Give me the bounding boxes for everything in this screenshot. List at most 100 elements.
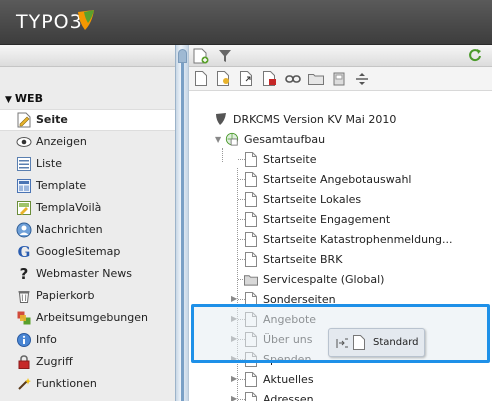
tree-node-label: Gesamtaufbau [244, 132, 326, 146]
tree-node-label: Servicespalte (Global) [263, 272, 385, 286]
page-type-shortcut-icon[interactable] [262, 71, 278, 87]
module-item-template[interactable]: Template [0, 175, 175, 197]
module-label: Papierkorb [36, 289, 95, 302]
module-item-liste[interactable]: Liste [0, 153, 175, 175]
page-type-folder-icon[interactable] [308, 71, 324, 87]
page-icon [244, 371, 258, 387]
page-icon [244, 391, 258, 401]
typo3-logo-icon [76, 9, 96, 34]
tree-node-label: Aktuelles [263, 372, 314, 386]
module-label: Liste [36, 157, 62, 170]
wand-icon [16, 376, 32, 392]
tree-node-site[interactable]: Gesamtaufbau [225, 129, 325, 149]
module-menu-header [0, 45, 175, 67]
module-label: Webmaster News [36, 267, 132, 280]
tree-node-label: Startseite Angebotauswahl [263, 172, 412, 186]
module-item-googlesitemap[interactable]: G GoogleSitemap [0, 241, 175, 263]
collapse-arrow-icon: ▼ [5, 95, 12, 105]
page-type-advanced-icon[interactable] [216, 71, 232, 87]
module-label: Anzeigen [36, 135, 87, 148]
module-label: Template [36, 179, 87, 192]
tree-node-label: Adressen [263, 392, 314, 401]
module-item-arbeitsumgebungen[interactable]: Arbeitsumgebungen [0, 307, 175, 329]
tree-toolbar-top [189, 45, 492, 67]
module-item-seite[interactable]: Seite [0, 109, 175, 131]
module-item-papierkorb[interactable]: Papierkorb [0, 285, 175, 307]
site-root-icon [225, 131, 239, 147]
expand-arrow-icon[interactable]: ▶ [231, 394, 237, 401]
module-label: GoogleSitemap [36, 245, 121, 258]
tree-node-label: Startseite Katastrophenmeldung... [263, 232, 453, 246]
tree-node-label: Startseite [263, 152, 317, 166]
new-page-toolbar [189, 67, 492, 91]
module-label: Funktionen [36, 377, 97, 390]
expand-arrow-icon[interactable]: ▶ [231, 294, 237, 303]
module-item-funktionen[interactable]: Funktionen [0, 373, 175, 395]
page-module-icon [16, 112, 32, 128]
google-icon: G [17, 243, 31, 261]
module-item-webmaster-news[interactable]: ? Webmaster News [0, 263, 175, 285]
tree-node-page[interactable]: Servicespalte (Global) [244, 269, 384, 289]
insert-between-icon [335, 336, 349, 350]
tree-node-page[interactable]: Adressen [244, 389, 314, 401]
filter-icon[interactable] [217, 48, 233, 64]
page-type-standard-icon[interactable] [193, 71, 209, 87]
page-icon [353, 335, 365, 350]
news-icon [16, 222, 32, 238]
module-label: Seite [36, 113, 68, 126]
page-type-spacer-icon[interactable] [354, 71, 370, 87]
typo3-root-icon [214, 111, 228, 127]
page-icon [244, 211, 258, 227]
page-icon [244, 171, 258, 187]
tree-node-page[interactable]: Aktuelles [244, 369, 314, 389]
page-icon [244, 191, 258, 207]
tree-node-page[interactable]: Startseite Engagement [244, 209, 390, 229]
tree-root-node[interactable]: DRKCMS Version KV Mai 2010 [214, 109, 396, 129]
module-label: Arbeitsumgebungen [36, 311, 148, 324]
collapse-arrow-icon[interactable]: ▼ [215, 135, 221, 144]
folder-icon [244, 271, 258, 287]
refresh-icon[interactable] [468, 48, 482, 65]
tree-node-label: DRKCMS Version KV Mai 2010 [233, 112, 397, 126]
drag-proxy-tooltip[interactable]: Standard [328, 328, 425, 357]
tree-node-label: Startseite BRK [263, 252, 343, 266]
module-label: TemplaVoilà [36, 201, 102, 214]
pane-splitter[interactable] [175, 45, 189, 401]
new-page-icon[interactable] [193, 48, 209, 64]
top-bar: TYPO3 [0, 0, 492, 45]
page-icon [244, 251, 258, 267]
tree-node-page[interactable]: Startseite BRK [244, 249, 342, 269]
page-type-recycler-icon[interactable] [331, 71, 347, 87]
tree-node-label: Startseite Lokales [263, 192, 362, 206]
expand-arrow-icon[interactable]: ▶ [231, 374, 237, 383]
templavoila-icon [16, 200, 32, 216]
section-label: WEB [14, 92, 43, 105]
tree-node-page[interactable]: Startseite Angebotauswahl [244, 169, 411, 189]
splitter-handle-icon[interactable] [178, 49, 187, 63]
tree-node-page[interactable]: Startseite [244, 149, 317, 169]
list-icon [16, 156, 32, 172]
eye-icon [16, 134, 32, 150]
workspace-icon [16, 310, 32, 326]
module-item-nachrichten[interactable]: Nachrichten [0, 219, 175, 241]
page-icon [244, 231, 258, 247]
trash-icon [16, 288, 32, 304]
webmaster-icon: ? [19, 265, 29, 283]
module-menu: ▼ WEB Seite Anzeigen Liste Template Templ… [0, 45, 175, 401]
tree-node-page[interactable]: Startseite Lokales [244, 189, 361, 209]
module-item-templavoila[interactable]: TemplaVoilà [0, 197, 175, 219]
page-icon [244, 151, 258, 167]
module-item-anzeigen[interactable]: Anzeigen [0, 131, 175, 153]
module-item-info[interactable]: Info [0, 329, 175, 351]
module-label: Zugriff [36, 355, 73, 368]
typo3-logo-text: TYPO3 [16, 11, 83, 33]
module-item-zugriff[interactable]: Zugriff [0, 351, 175, 373]
module-label: Info [36, 333, 57, 346]
drag-label: Standard [373, 337, 419, 348]
page-type-link-icon[interactable] [285, 71, 301, 87]
tree-node-page[interactable]: Startseite Katastrophenmeldung... [244, 229, 453, 249]
section-web[interactable]: ▼ WEB [0, 89, 175, 109]
page-type-external-icon[interactable] [239, 71, 255, 87]
module-label: Nachrichten [36, 223, 103, 236]
info-icon [16, 332, 32, 348]
